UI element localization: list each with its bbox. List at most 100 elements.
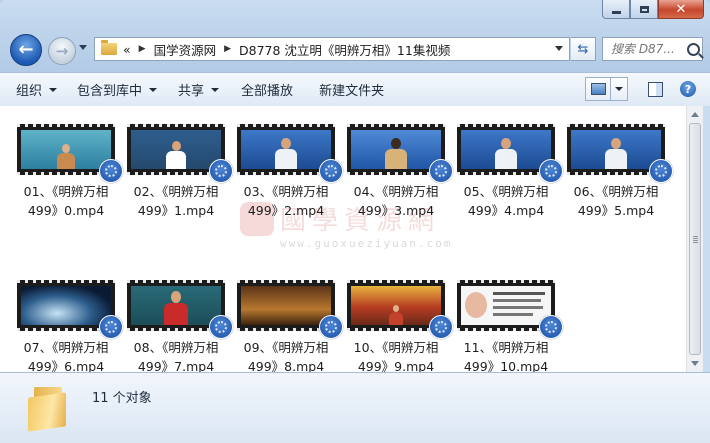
file-name: 11、《明辨万相 499》10.mp4 [463,340,549,372]
help-icon[interactable]: ? [680,81,696,97]
video-thumbnail[interactable] [17,280,123,339]
view-controls: ? [585,77,696,101]
media-player-icon [429,159,453,183]
chevron-down-icon [615,87,623,91]
address-bar[interactable]: « ▶ 国学资源网 ▶ D8778 沈立明《明辨万相》11集视频 [94,37,570,61]
close-button[interactable]: ✕ [658,0,704,19]
preview-pane-icon[interactable] [648,81,663,97]
media-player-icon [99,159,123,183]
breadcrumb-item[interactable]: 国学资源网 [154,40,217,59]
search-icon[interactable] [687,42,700,56]
scrollbar-thumb[interactable] [689,123,701,355]
file-item[interactable]: 10、《明辨万相 499》9.mp4 [342,280,453,372]
minimize-icon [611,10,621,14]
window-border [703,106,710,372]
file-item[interactable]: 11、《明辨万相 499》10.mp4 [452,280,563,372]
media-player-icon [539,315,563,339]
media-player-icon [429,315,453,339]
maximize-icon [639,5,649,13]
video-thumbnail[interactable] [17,124,123,183]
file-item[interactable]: 03、《明辨万相 499》2.mp4 [232,124,343,220]
refresh-icon: ⇆ [577,41,589,57]
file-item[interactable]: 01、《明辨万相 499》0.mp4 [12,124,123,220]
grip-icon [693,236,698,243]
play-all-button[interactable]: 全部播放 [241,80,293,99]
video-thumbnail[interactable] [127,280,233,339]
include-library-label: 包含到库中 [77,84,143,99]
video-thumbnail[interactable] [237,280,343,339]
media-player-icon [319,159,343,183]
media-player-icon [649,159,673,183]
file-name: 09、《明辨万相 499》8.mp4 [243,340,329,372]
share-label: 共享 [178,84,205,99]
close-icon: ✕ [675,1,687,17]
navigation-bar: ← → « ▶ 国学资源网 ▶ D8778 沈立明《明辨万相》11集视频 ⇆ [8,34,703,66]
file-item[interactable]: 07、《明辨万相 499》6.mp4 [12,280,123,372]
file-name: 06、《明辨万相 499》5.mp4 [573,184,659,218]
scroll-down-icon[interactable] [691,361,699,366]
address-dropdown-chevron-icon[interactable] [555,46,563,51]
new-folder-button[interactable]: 新建文件夹 [319,80,384,99]
details-pane: 11 个对象 [0,372,710,443]
file-name: 05、《明辨万相 499》4.mp4 [463,184,549,218]
item-count: 11 个对象 [92,391,152,406]
scroll-up-icon[interactable] [691,112,699,117]
video-thumbnail[interactable] [457,124,563,183]
minimize-button[interactable] [602,0,630,19]
recent-pages-chevron-icon[interactable] [79,45,87,50]
new-folder-label: 新建文件夹 [319,84,385,99]
breadcrumb-overflow[interactable]: « [123,42,131,57]
file-item[interactable]: 04、《明辨万相 499》3.mp4 [342,124,453,220]
media-player-icon [539,159,563,183]
refresh-button[interactable]: ⇆ [571,37,596,61]
change-view-button[interactable] [585,77,611,101]
vertical-scrollbar[interactable] [686,106,704,372]
video-thumbnail[interactable] [457,280,563,339]
search-input[interactable] [603,41,685,57]
view-options-button[interactable] [611,77,628,101]
file-item[interactable]: 02、《明辨万相 499》1.mp4 [122,124,233,220]
file-list[interactable]: 國學資源網 www.guoxueziyuan.com 01、《明辨万相 499》… [0,106,686,372]
file-name: 03、《明辨万相 499》2.mp4 [243,184,329,218]
file-name: 04、《明辨万相 499》3.mp4 [353,184,439,218]
video-thumbnail[interactable] [347,280,453,339]
video-thumbnail[interactable] [237,124,343,183]
media-player-icon [99,315,123,339]
watermark-url: www.guoxueziyuan.com [280,237,453,250]
organize-label: 组织 [16,84,43,99]
video-thumbnail[interactable] [347,124,453,183]
folder-icon [28,387,68,432]
forward-button[interactable]: → [48,37,76,65]
back-arrow-icon: ← [18,39,34,60]
explorer-window: ✕ ← → « ▶ 国学资源网 ▶ D8778 沈立明《明辨万相》11集视频 ⇆… [0,0,710,443]
folder-icon [101,40,117,55]
file-name: 07、《明辨万相 499》6.mp4 [23,340,109,372]
file-item[interactable]: 06、《明辨万相 499》5.mp4 [562,124,673,220]
file-item[interactable]: 09、《明辨万相 499》8.mp4 [232,280,343,372]
chevron-down-icon [211,87,220,92]
chevron-down-icon [49,87,58,92]
file-name: 02、《明辨万相 499》1.mp4 [133,184,219,218]
file-name: 08、《明辨万相 499》7.mp4 [133,340,219,372]
video-thumbnail[interactable] [127,124,233,183]
breadcrumb-item[interactable]: D8778 沈立明《明辨万相》11集视频 [239,40,450,59]
file-item[interactable]: 08、《明辨万相 499》7.mp4 [122,280,233,372]
breadcrumb-separator-icon[interactable]: ▶ [139,44,146,54]
chevron-down-icon [149,87,158,92]
share-menu[interactable]: 共享 [178,80,220,99]
media-player-icon [319,315,343,339]
video-thumbnail[interactable] [567,124,673,183]
command-bar: 组织 包含到库中 共享 全部播放 新建文件夹 ? [0,72,710,107]
maximize-button[interactable] [630,0,658,19]
organize-menu[interactable]: 组织 [16,80,58,99]
breadcrumb-separator-icon[interactable]: ▶ [224,44,231,54]
play-all-label: 全部播放 [241,84,294,99]
view-icon [590,83,606,95]
include-in-library-menu[interactable]: 包含到库中 [77,80,158,99]
media-player-icon [209,159,233,183]
media-player-icon [209,315,233,339]
file-name: 01、《明辨万相 499》0.mp4 [23,184,109,218]
file-item[interactable]: 05、《明辨万相 499》4.mp4 [452,124,563,220]
back-button[interactable]: ← [10,34,42,66]
search-box[interactable] [602,37,703,61]
